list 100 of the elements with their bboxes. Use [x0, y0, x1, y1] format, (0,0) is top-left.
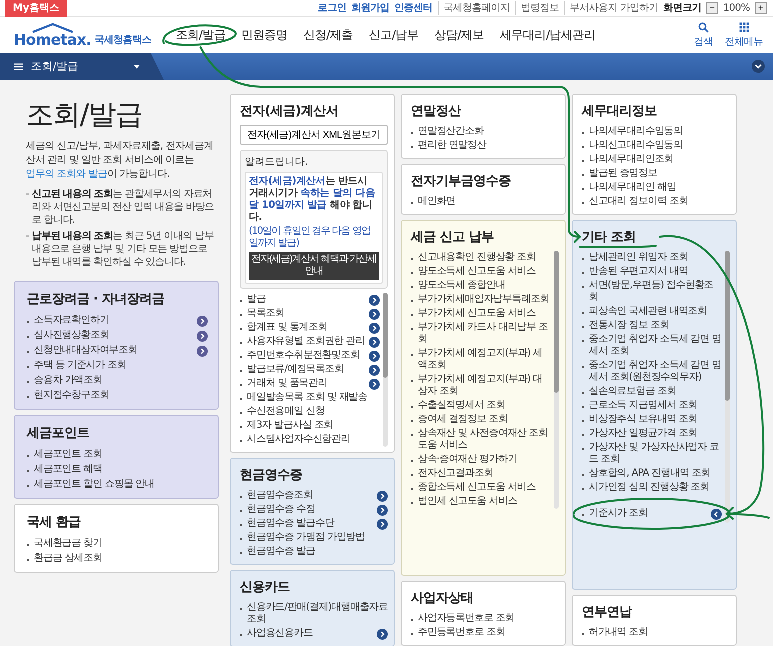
menu-link[interactable]: 제3자 발급사실 조회 [240, 419, 380, 433]
menu-link[interactable]: 상호합의, APA 진행내역 조회 [582, 467, 722, 481]
section-dropdown[interactable]: 조회/발급 [0, 53, 164, 80]
nav-tab[interactable]: 세무대리/납세관리 [492, 26, 604, 44]
search-button[interactable]: 검색 [694, 22, 713, 48]
all-menu-button[interactable]: 전체메뉴 [725, 22, 763, 48]
nav-tab[interactable]: 신청/제출 [296, 26, 362, 44]
menu-link[interactable]: 중소기업 취업자 소득세 감면 명세서 조회 [582, 333, 722, 359]
menu-link[interactable]: 사업자등록번호로 조회 [411, 612, 559, 626]
menu-link[interactable]: 세금포인트 할인 쇼핑몰 안내 [27, 477, 208, 492]
menu-link[interactable]: 수신전용메일 신청 [240, 405, 380, 419]
menu-link[interactable]: 신용카드/판매(결제)대행매출자료조회 [240, 601, 388, 627]
menu-link[interactable]: 승용차 가액조회 [27, 373, 208, 388]
menu-link[interactable]: 부가가치세 카드사 대리납부 조회 [411, 321, 551, 347]
menu-link[interactable]: 나의세무대리인조회 [582, 153, 730, 167]
menu-link[interactable]: 부가가치세 예정고지(부과) 대상자 조회 [411, 373, 551, 399]
menu-link[interactable]: 세금포인트 조회 [27, 447, 208, 462]
menu-link[interactable]: 피상속인 국세관련 내역조회 [582, 305, 722, 319]
menu-link[interactable]: 소득자료확인하기 [27, 313, 208, 328]
top-link[interactable]: 법령정보 [515, 1, 560, 15]
menu-link[interactable]: 허가내역 조회 [582, 626, 730, 640]
menu-link[interactable]: 양도소득세 종합안내 [411, 279, 551, 293]
top-link[interactable]: 국세청홈페이지 [438, 1, 510, 15]
menu-link[interactable]: 상속재산 및 사전증여재산 조회도움 서비스 [411, 427, 551, 453]
top-link[interactable]: 회원가입 [352, 1, 390, 15]
menu-link[interactable]: 국세환급금 찾기 [27, 536, 208, 551]
xml-view-button[interactable]: 전자(세금)계산서 XML원본보기 [240, 125, 388, 145]
zoom-out-button[interactable]: − [706, 2, 718, 14]
menu-link[interactable]: 부가가치세 신고도움 서비스 [411, 307, 551, 321]
guide-button[interactable]: 전자(세금)계산서 혜택과 가산세 안내 [249, 252, 379, 280]
nav-tab[interactable]: 조회/발급 [168, 26, 234, 44]
menu-link[interactable]: 현금영수증 수정 [240, 503, 388, 517]
menu-link[interactable]: 중소기업 취업자 소득세 감면 명세서 조회(원천징수의무자) [582, 359, 722, 385]
menu-link[interactable]: 현금영수증 발급수단 [240, 517, 388, 531]
menu-link[interactable]: 가상자산 일평균가격 조회 [582, 427, 722, 441]
logo-brand[interactable]: Hometax. [14, 33, 92, 47]
chevron-down-icon[interactable] [752, 60, 765, 73]
menu-link[interactable]: 비상장주식 보유내역 조회 [582, 413, 722, 427]
menu-link[interactable]: 서면(방문,우편등) 접수현황조회 [582, 279, 722, 305]
menu-link[interactable]: 메일발송목록 조회 및 재발송 [240, 391, 380, 405]
menu-link[interactable]: 전자신고결과조회 [411, 467, 551, 481]
menu-link[interactable]: 전통시장 정보 조회 [582, 319, 722, 333]
menu-link[interactable]: 신청안내대상자여부조회 [27, 343, 208, 358]
menu-link[interactable]: 법인세 신고도움 서비스 [411, 495, 551, 509]
top-link[interactable]: 로그인 [318, 1, 347, 15]
menu-link[interactable]: 심사진행상황조회 [27, 328, 208, 343]
menu-link[interactable]: 사업용신용카드 [240, 627, 388, 641]
grid-menu-icon [738, 22, 750, 32]
menu-link[interactable]: 가상자산 및 가상자산사업자 코드 조회 [582, 441, 722, 467]
menu-link[interactable]: 종합소득세 신고도움 서비스 [411, 481, 551, 495]
menu-link[interactable]: 연말정산간소화 [411, 125, 559, 139]
menu-link[interactable]: 현금영수증 발급 [240, 545, 388, 559]
nav-tab[interactable]: 민원증명 [234, 26, 296, 44]
menu-link[interactable]: 주택 등 기준시가 조회 [27, 358, 208, 373]
menu-link[interactable]: 목록조회 [240, 307, 380, 321]
menu-link[interactable]: 합계표 및 통계조회 [240, 321, 380, 335]
menu-link[interactable]: 사용자유형별 조회권한 관리 [240, 335, 380, 349]
nav-tab[interactable]: 신고/납부 [361, 26, 427, 44]
menu-link[interactable]: 편리한 연말정산 [411, 139, 559, 153]
menu-link[interactable]: 환급금 상세조회 [27, 551, 208, 566]
menu-link[interactable]: 발급 [240, 293, 380, 307]
menu-link[interactable]: 현금영수증조회 [240, 489, 388, 503]
menu-link[interactable]: 나의세무대리인 해임 [582, 181, 730, 195]
menu-link[interactable]: 근로소득 지급명세서 조회 [582, 399, 722, 413]
scrollbar[interactable] [383, 293, 388, 447]
intro-link[interactable]: 업무의 조회와 발급 [26, 169, 108, 180]
menu-link[interactable]: 상속·증여재산 평가하기 [411, 453, 551, 467]
menu-link[interactable]: 거래처 및 품목관리 [240, 377, 380, 391]
menu-link[interactable]: 세금포인트 혜택 [27, 462, 208, 477]
menu-link[interactable]: 부가가치세 예정고지(부과) 세액조회 [411, 347, 551, 373]
menu-link[interactable]: 신고대리 정보이력 조회 [582, 195, 730, 209]
menu-link[interactable]: 메인화면 [411, 195, 559, 209]
menu-link[interactable]: 신고내용확인 진행상황 조회 [411, 251, 551, 265]
menu-link[interactable]: 주민번호수취분전환및조회 [240, 349, 380, 363]
menu-link[interactable]: 발급된 증명정보 [582, 167, 730, 181]
menu-link[interactable]: 증여세 결정정보 조회 [411, 413, 551, 427]
menu-link[interactable]: 부가가치세매입자납부특례조회 [411, 293, 551, 307]
menu-link[interactable]: 시스템사업자수신함관리 [240, 433, 380, 447]
menu-link[interactable]: 수출실적명세서 조회 [411, 399, 551, 413]
chevron-right-icon [369, 295, 380, 306]
menu-link[interactable]: 기준시가 조회 [582, 505, 722, 523]
menu-link[interactable]: 시가인정 심의 진행상황 조회 [582, 481, 722, 495]
menu-link[interactable]: 납세관리인 위임자 조회 [582, 251, 722, 265]
menu-link[interactable]: 나의세무대리수임동의 [582, 125, 730, 139]
nav-tab[interactable]: 상담/제보 [426, 26, 492, 44]
menu-link[interactable]: 실손의료보험금 조회 [582, 385, 722, 399]
menu-link[interactable]: 현지접수창구조회 [27, 388, 208, 403]
logo-name[interactable]: 국세청홈택스 [94, 33, 152, 47]
scrollbar[interactable] [725, 251, 730, 523]
top-link[interactable]: 인증센터 [394, 1, 433, 15]
menu-link[interactable]: 반송된 우편고지서 내역 [582, 265, 722, 279]
menu-link[interactable]: 나의신고대리수임동의 [582, 139, 730, 153]
scrollbar[interactable] [554, 251, 559, 509]
menu-link[interactable]: 주민등록번호로 조회 [411, 626, 559, 640]
menu-link[interactable]: 현금영수증 가맹점 가입방법 [240, 531, 388, 545]
menu-link[interactable]: 발급보류/예정목록조회 [240, 363, 380, 377]
zoom-in-button[interactable]: + [755, 2, 767, 14]
menu-link[interactable]: 양도소득세 신고도움 서비스 [411, 265, 551, 279]
top-link[interactable]: 부서사용지 가입하기 [564, 1, 658, 15]
my-hometax-tab[interactable]: My홈택스 [5, 0, 68, 17]
